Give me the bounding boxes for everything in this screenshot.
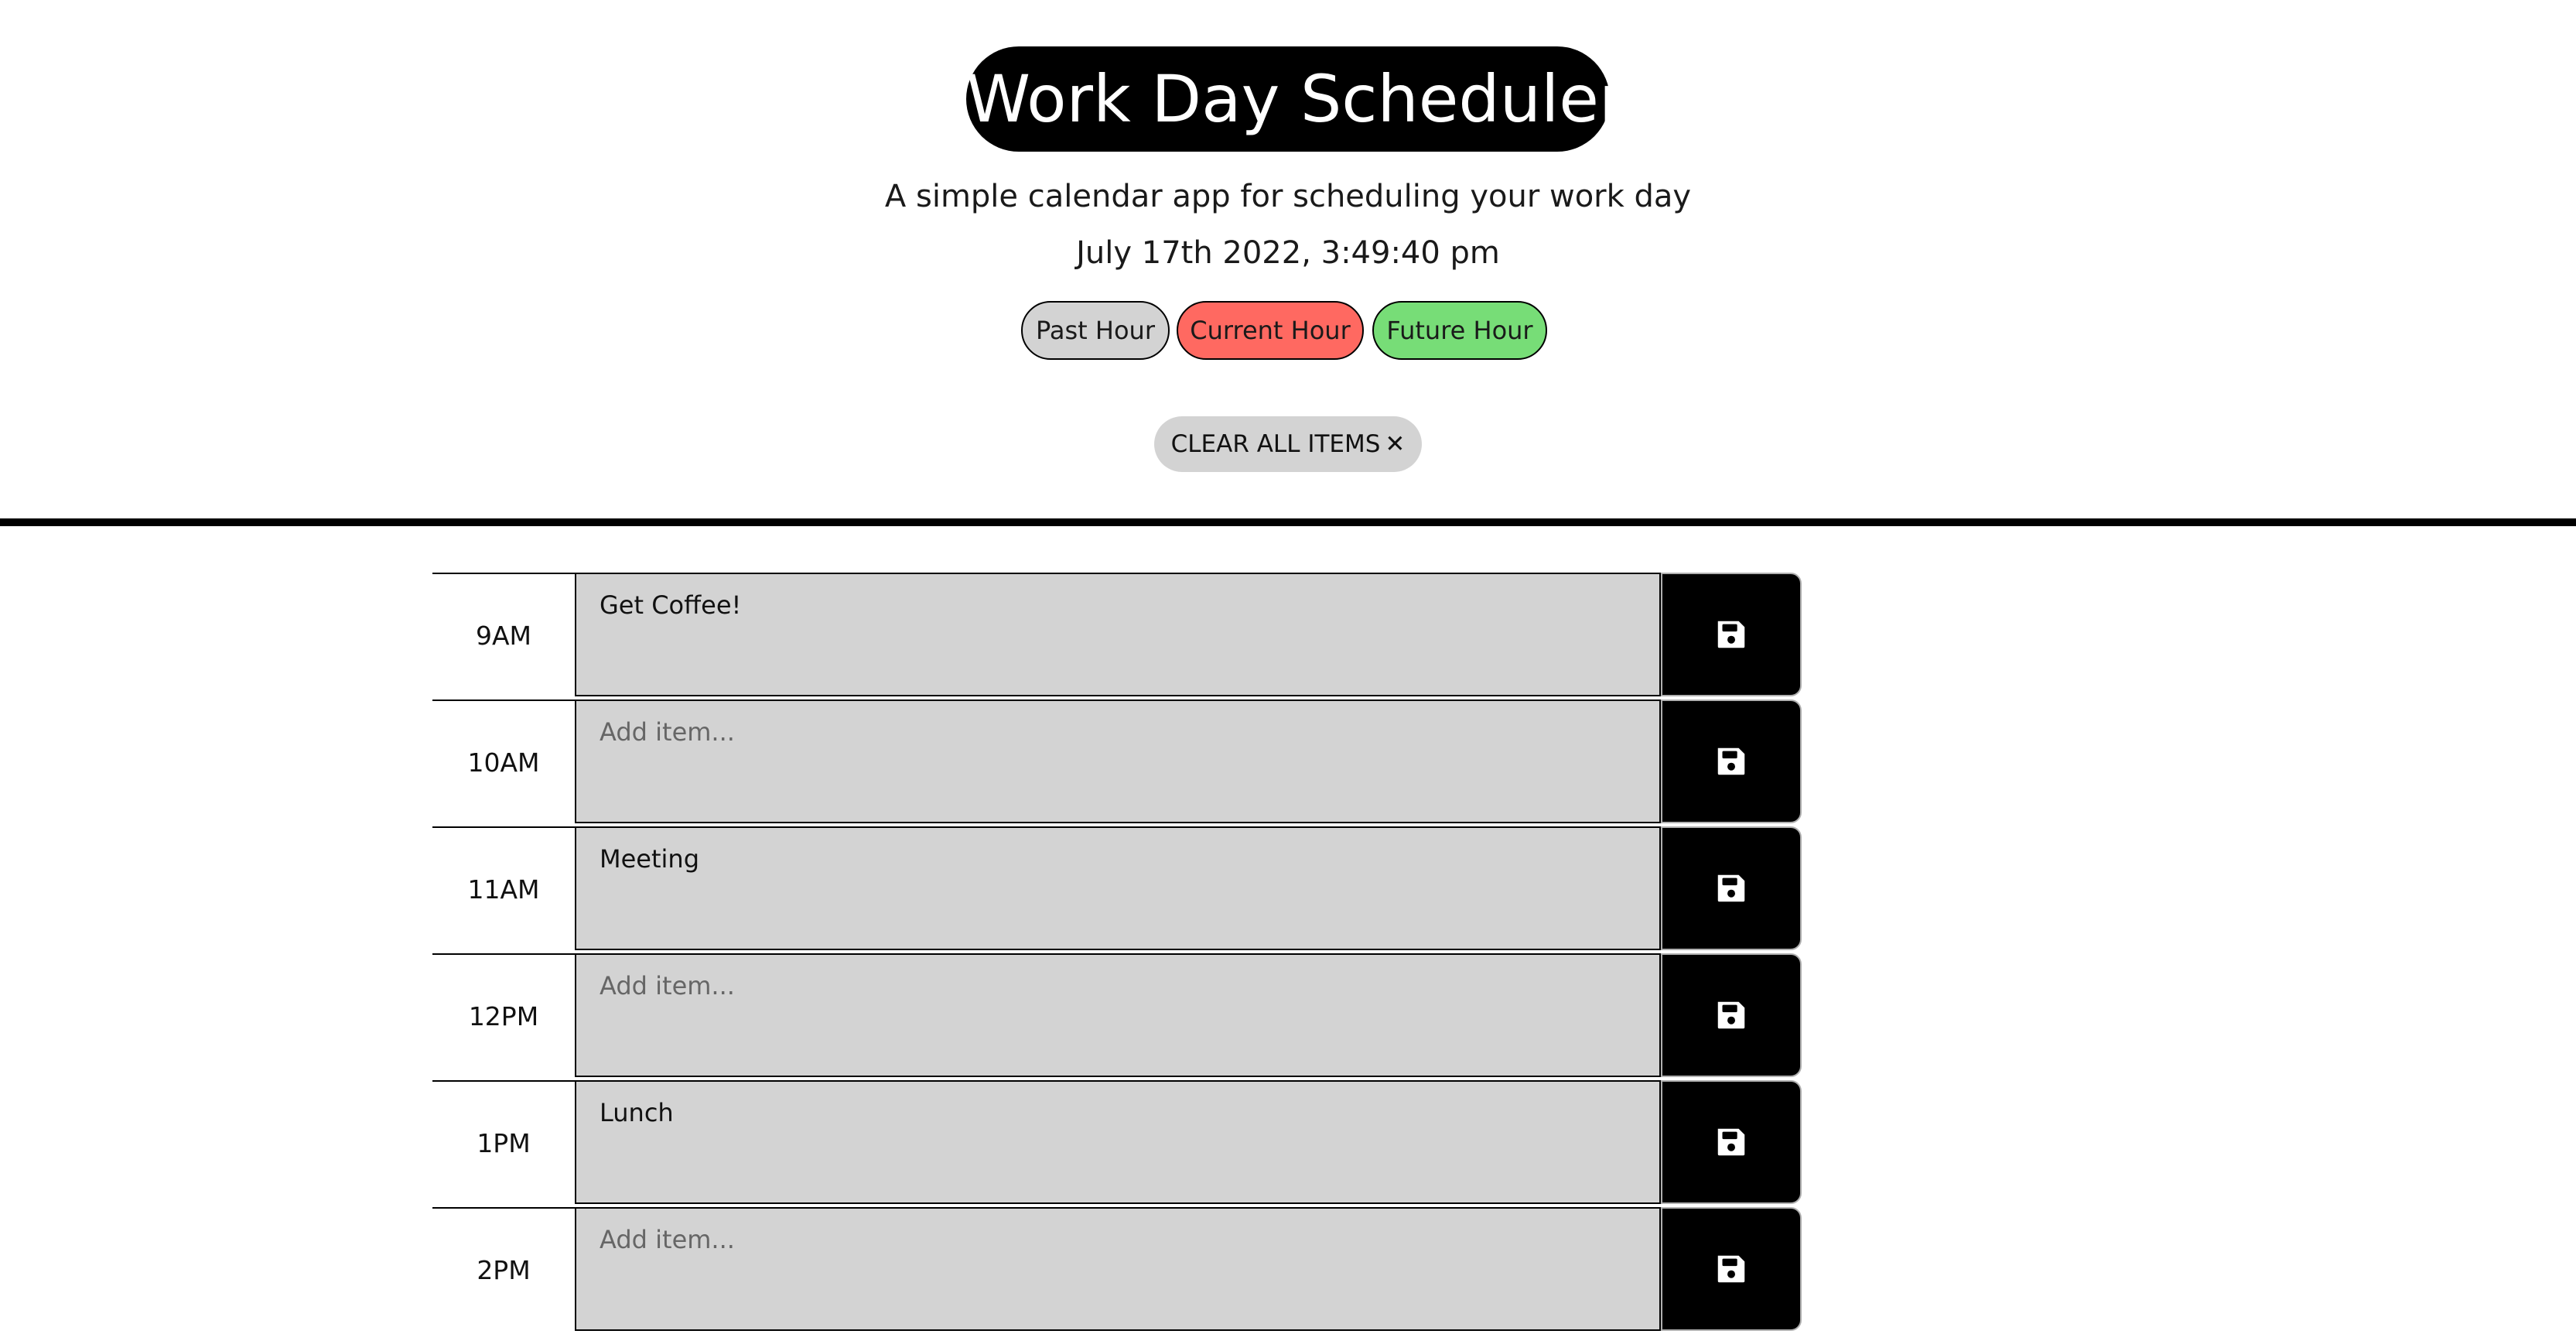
hour-label: 9AM: [432, 573, 575, 696]
time-block-row: 12PM: [432, 953, 2144, 1080]
hour-label: 2PM: [432, 1207, 575, 1331]
description-textarea[interactable]: [575, 953, 1661, 1077]
page-subtitle: A simple calendar app for scheduling you…: [884, 179, 1692, 214]
close-icon: ✕: [1385, 430, 1406, 458]
description-textarea[interactable]: Get Coffee!: [575, 573, 1661, 696]
legend-current-hour: Current Hour: [1177, 301, 1364, 360]
save-button[interactable]: [1661, 699, 1802, 823]
save-button[interactable]: [1661, 1207, 1802, 1331]
save-button[interactable]: [1661, 1080, 1802, 1204]
clear-all-items-button[interactable]: CLEAR ALL ITEMS ✕: [1154, 416, 1422, 472]
legend-future-hour: Future Hour: [1372, 301, 1547, 360]
save-button[interactable]: [1661, 953, 1802, 1077]
clear-all-items-label: CLEAR ALL ITEMS: [1170, 430, 1381, 458]
time-block-row: 2PM: [432, 1207, 2144, 1334]
time-block-row: 11AM Meeting: [432, 826, 2144, 953]
current-datetime: July 17th 2022, 3:49:40 pm: [1076, 235, 1500, 271]
description-textarea[interactable]: [575, 1207, 1661, 1331]
hour-label: 10AM: [432, 699, 575, 823]
page-title: Work Day Scheduler: [966, 46, 1626, 152]
floppy-disk-icon: [1717, 874, 1745, 902]
save-button[interactable]: [1661, 573, 1802, 696]
legend-past-hour: Past Hour: [1021, 301, 1170, 360]
time-block-row: 9AM Get Coffee!: [432, 573, 2144, 699]
hour-label: 11AM: [432, 826, 575, 950]
floppy-disk-icon: [1717, 747, 1745, 775]
time-block-list: 9AM Get Coffee! 10AM 11AM Meeting 12PM 1…: [432, 573, 2144, 1334]
description-textarea[interactable]: Meeting: [575, 826, 1661, 950]
hour-label: 1PM: [432, 1080, 575, 1204]
save-button[interactable]: [1661, 826, 1802, 950]
floppy-disk-icon: [1717, 1128, 1745, 1156]
time-block-row: 1PM Lunch: [432, 1080, 2144, 1207]
floppy-disk-icon: [1717, 621, 1745, 648]
header: Work Day Scheduler A simple calendar app…: [0, 0, 2576, 518]
hour-label: 12PM: [432, 953, 575, 1077]
header-divider: [0, 518, 2576, 526]
floppy-disk-icon: [1717, 1255, 1745, 1283]
description-textarea[interactable]: Lunch: [575, 1080, 1661, 1204]
time-block-row: 10AM: [432, 699, 2144, 826]
floppy-disk-icon: [1717, 1001, 1745, 1029]
description-textarea[interactable]: [575, 699, 1661, 823]
